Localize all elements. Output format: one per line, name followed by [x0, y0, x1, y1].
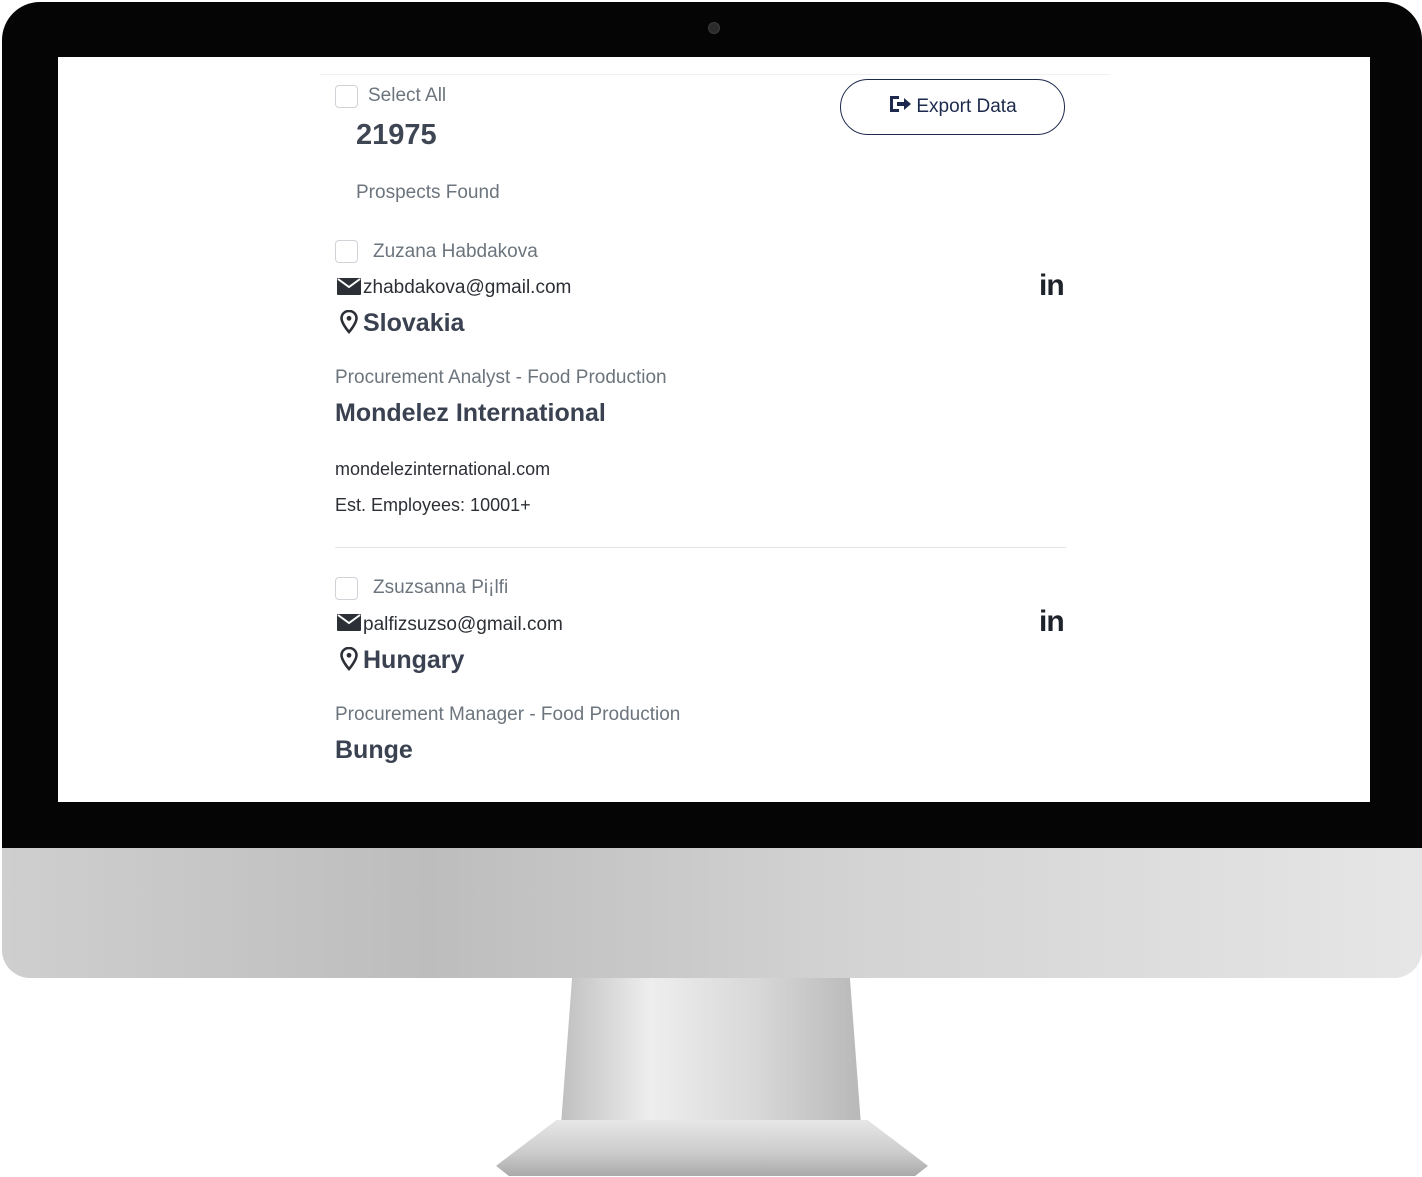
prospect-name: Zsuzsanna Pi¡lfi: [373, 577, 509, 598]
prospect-job-title: Procurement Manager - Food Production: [335, 704, 681, 725]
screen: Select All 21975 Prospects Found Export …: [58, 57, 1370, 802]
prospect-name: Zuzana Habdakova: [373, 241, 538, 262]
prospect-country: Hungary: [363, 646, 465, 674]
monitor-stand-base: [496, 1120, 928, 1176]
envelope-icon: [337, 614, 361, 636]
sign-out-icon: [888, 94, 912, 120]
export-data-button[interactable]: Export Data: [840, 79, 1065, 135]
prospect-country: Slovakia: [363, 309, 465, 337]
camera-dot: [708, 22, 720, 34]
prospect-divider: [335, 547, 1066, 548]
prospect-company: Mondelez International: [335, 399, 606, 427]
company-employees: Est. Employees: 10001+: [335, 495, 531, 515]
monitor-stand-neck: [560, 978, 862, 1138]
prospect-job-title: Procurement Analyst - Food Production: [335, 367, 667, 388]
export-data-label: Export Data: [916, 96, 1017, 117]
prospect-company: Bunge: [335, 736, 413, 764]
prospect-checkbox[interactable]: [335, 240, 358, 263]
prospect-email[interactable]: palfizsuzso@gmail.com: [363, 614, 563, 636]
company-website[interactable]: mondelezinternational.com: [335, 459, 550, 480]
prospect-checkbox[interactable]: [335, 577, 358, 600]
prospects-found-label: Prospects Found: [356, 182, 500, 203]
linkedin-icon[interactable]: in: [1039, 605, 1065, 639]
linkedin-icon[interactable]: in: [1039, 269, 1065, 303]
monitor-chin: [2, 848, 1422, 978]
prospect-email[interactable]: zhabdakova@gmail.com: [363, 277, 571, 299]
select-all-label: Select All: [368, 85, 447, 106]
prospect-count: 21975: [356, 119, 437, 151]
map-pin-icon: [340, 309, 358, 339]
select-all-checkbox[interactable]: [335, 85, 358, 108]
monitor-mockup: Select All 21975 Prospects Found Export …: [0, 0, 1422, 1177]
top-divider: [320, 74, 1110, 75]
envelope-icon: [337, 278, 361, 300]
map-pin-icon: [340, 646, 358, 676]
